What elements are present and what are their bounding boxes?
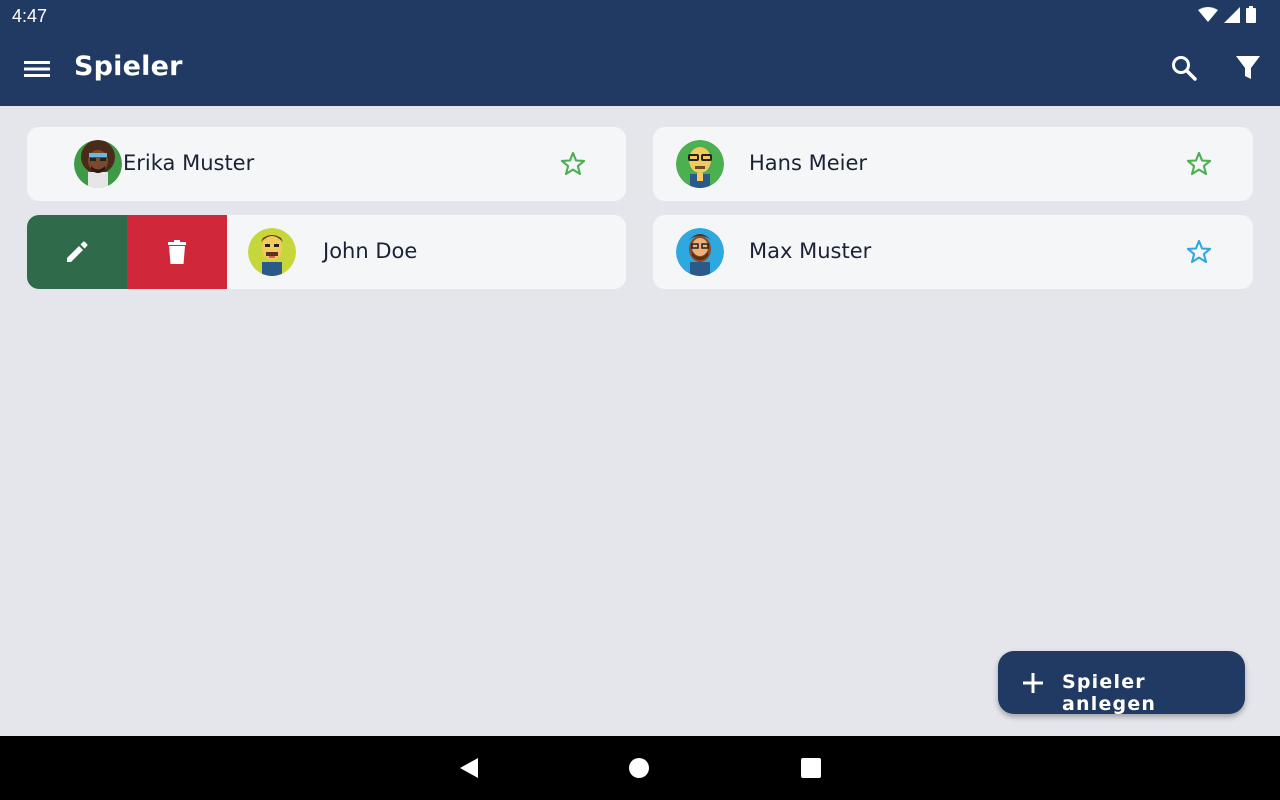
menu-icon[interactable] bbox=[24, 56, 50, 82]
signal-icon bbox=[1224, 6, 1240, 23]
add-player-label: Spieler anlegen bbox=[1062, 671, 1157, 715]
star-outline-icon[interactable] bbox=[1185, 150, 1213, 178]
player-name: Hans Meier bbox=[749, 151, 868, 175]
player-card-hans-meier[interactable]: Hans Meier bbox=[653, 127, 1253, 201]
delete-button[interactable] bbox=[127, 215, 227, 289]
status-time: 4:47 bbox=[12, 6, 48, 26]
status-bar: 4:47 bbox=[0, 0, 1280, 32]
player-avatar bbox=[74, 140, 122, 188]
player-avatar bbox=[676, 228, 724, 276]
star-outline-icon[interactable] bbox=[1185, 238, 1213, 266]
wifi-icon bbox=[1198, 6, 1218, 22]
player-name: John Doe bbox=[323, 239, 418, 263]
recents-icon[interactable] bbox=[800, 756, 822, 780]
edit-button[interactable] bbox=[27, 215, 127, 289]
player-name: Max Muster bbox=[749, 239, 872, 263]
navigation-bar bbox=[0, 736, 1280, 800]
add-player-button[interactable]: Spieler anlegen bbox=[998, 651, 1245, 715]
trash-icon bbox=[168, 240, 186, 264]
star-outline-icon[interactable] bbox=[559, 150, 587, 178]
player-card-max-muster[interactable]: Max Muster bbox=[653, 215, 1253, 289]
plus-icon bbox=[1023, 673, 1043, 693]
player-card-erika-muster[interactable]: Erika Muster bbox=[27, 127, 626, 201]
page-title: Spieler bbox=[74, 51, 183, 82]
player-avatar bbox=[676, 140, 724, 188]
home-icon[interactable] bbox=[628, 756, 650, 780]
player-avatar bbox=[248, 228, 296, 276]
player-name: Erika Muster bbox=[123, 151, 255, 175]
system-icons bbox=[1198, 6, 1256, 23]
pencil-icon bbox=[67, 241, 88, 262]
battery-icon bbox=[1246, 6, 1256, 23]
search-icon[interactable] bbox=[1170, 54, 1198, 82]
app-bar: Spieler bbox=[0, 32, 1280, 106]
player-card-john-doe[interactable]: John Doe bbox=[27, 215, 626, 289]
filter-icon[interactable] bbox=[1235, 54, 1261, 82]
back-icon[interactable] bbox=[458, 756, 480, 780]
